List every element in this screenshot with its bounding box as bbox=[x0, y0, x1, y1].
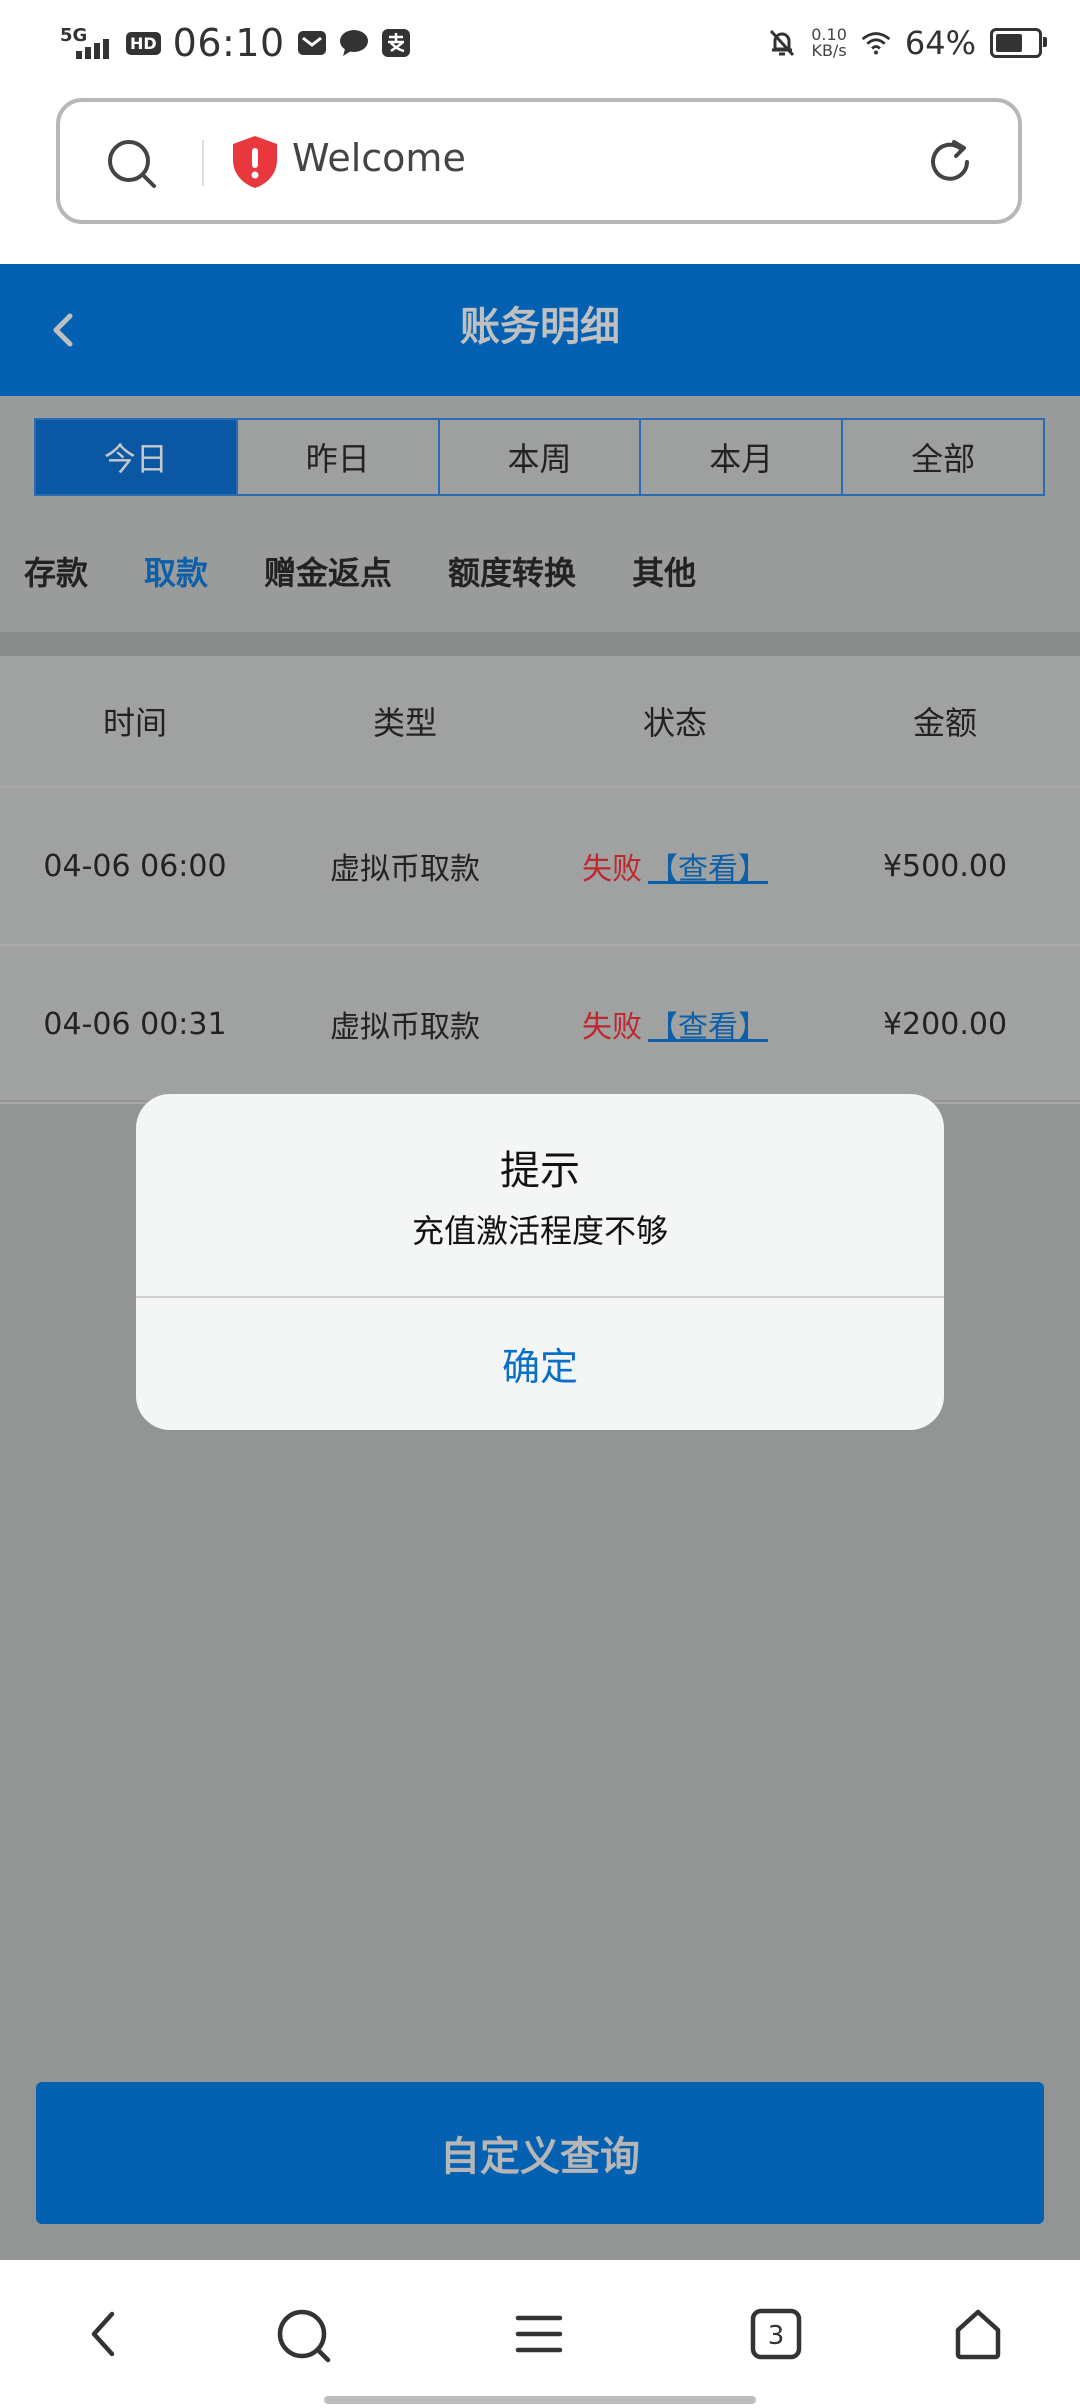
column-header-time: 时间 bbox=[102, 704, 167, 742]
dialog-message: 充值激活程度不够 bbox=[411, 1212, 668, 1250]
row-amount: ¥500.00 bbox=[882, 848, 1008, 884]
date-tab[interactable]: 今日 bbox=[36, 420, 236, 494]
search-icon[interactable] bbox=[276, 2308, 332, 2368]
page-title: 账务明细 bbox=[460, 304, 620, 350]
back-icon[interactable] bbox=[84, 2308, 124, 2364]
tab-count: 3 bbox=[768, 2321, 785, 2351]
view-detail-link[interactable]: 【查看】 bbox=[648, 1010, 768, 1045]
row-status: 失败 【查看】 bbox=[540, 844, 810, 888]
menu-icon[interactable] bbox=[514, 2308, 564, 2364]
row-type: 虚拟币取款 bbox=[330, 852, 480, 887]
row-time: 04-06 06:00 bbox=[43, 848, 227, 884]
date-tab[interactable]: 本周 bbox=[437, 420, 640, 494]
table-row: 04-06 00:31 虚拟币取款 失败 【查看】 ¥200.00 bbox=[0, 946, 1080, 1104]
date-tab[interactable]: 昨日 bbox=[235, 420, 438, 494]
column-header-status: 状态 bbox=[642, 704, 707, 742]
date-filter-tabs: 今日 昨日 本周 本月 全部 bbox=[34, 418, 1045, 496]
view-detail-link[interactable]: 【查看】 bbox=[648, 852, 768, 887]
home-icon[interactable] bbox=[952, 2308, 1004, 2364]
date-tab[interactable]: 本月 bbox=[639, 420, 841, 494]
alert-dialog: 提示 充值激活程度不够 确定 bbox=[136, 1094, 944, 1430]
category-tabs: 存款 取款 赠金返点 额度转换 其他 bbox=[24, 548, 696, 594]
custom-query-button[interactable]: 自定义查询 bbox=[36, 2082, 1044, 2224]
row-status: 失败 【查看】 bbox=[540, 1002, 810, 1046]
category-tab[interactable]: 其他 bbox=[632, 548, 696, 594]
dialog-title: 提示 bbox=[500, 1148, 580, 1194]
status-failed-text: 失败 bbox=[582, 852, 642, 887]
row-type: 虚拟币取款 bbox=[330, 1010, 480, 1045]
section-divider bbox=[0, 632, 1080, 656]
date-tab[interactable]: 全部 bbox=[841, 420, 1043, 494]
dialog-confirm-button[interactable]: 确定 bbox=[136, 1296, 944, 1430]
gesture-home-bar[interactable] bbox=[324, 2396, 756, 2404]
status-failed-text: 失败 bbox=[582, 1010, 642, 1045]
row-amount: ¥200.00 bbox=[882, 1006, 1008, 1042]
row-time: 04-06 00:31 bbox=[43, 1006, 227, 1042]
column-header-amount: 金额 bbox=[912, 704, 977, 742]
tabs-icon[interactable]: 3 bbox=[750, 2308, 802, 2364]
category-tab[interactable]: 赠金返点 bbox=[264, 548, 392, 594]
category-tab[interactable]: 取款 bbox=[144, 548, 208, 594]
table-row: 04-06 06:00 虚拟币取款 失败 【查看】 ¥500.00 bbox=[0, 788, 1080, 946]
category-tab[interactable]: 存款 bbox=[24, 548, 88, 594]
table-header: 时间 类型 状态 金额 bbox=[0, 656, 1080, 788]
category-tab[interactable]: 额度转换 bbox=[448, 548, 576, 594]
page-header: 账务明细 bbox=[0, 264, 1080, 396]
browser-bottom-bar: 3 bbox=[0, 2260, 1080, 2408]
transactions-table: 时间 类型 状态 金额 04-06 06:00 虚拟币取款 失败 【查看】 ¥50… bbox=[0, 656, 1080, 1104]
column-header-type: 类型 bbox=[372, 704, 437, 742]
